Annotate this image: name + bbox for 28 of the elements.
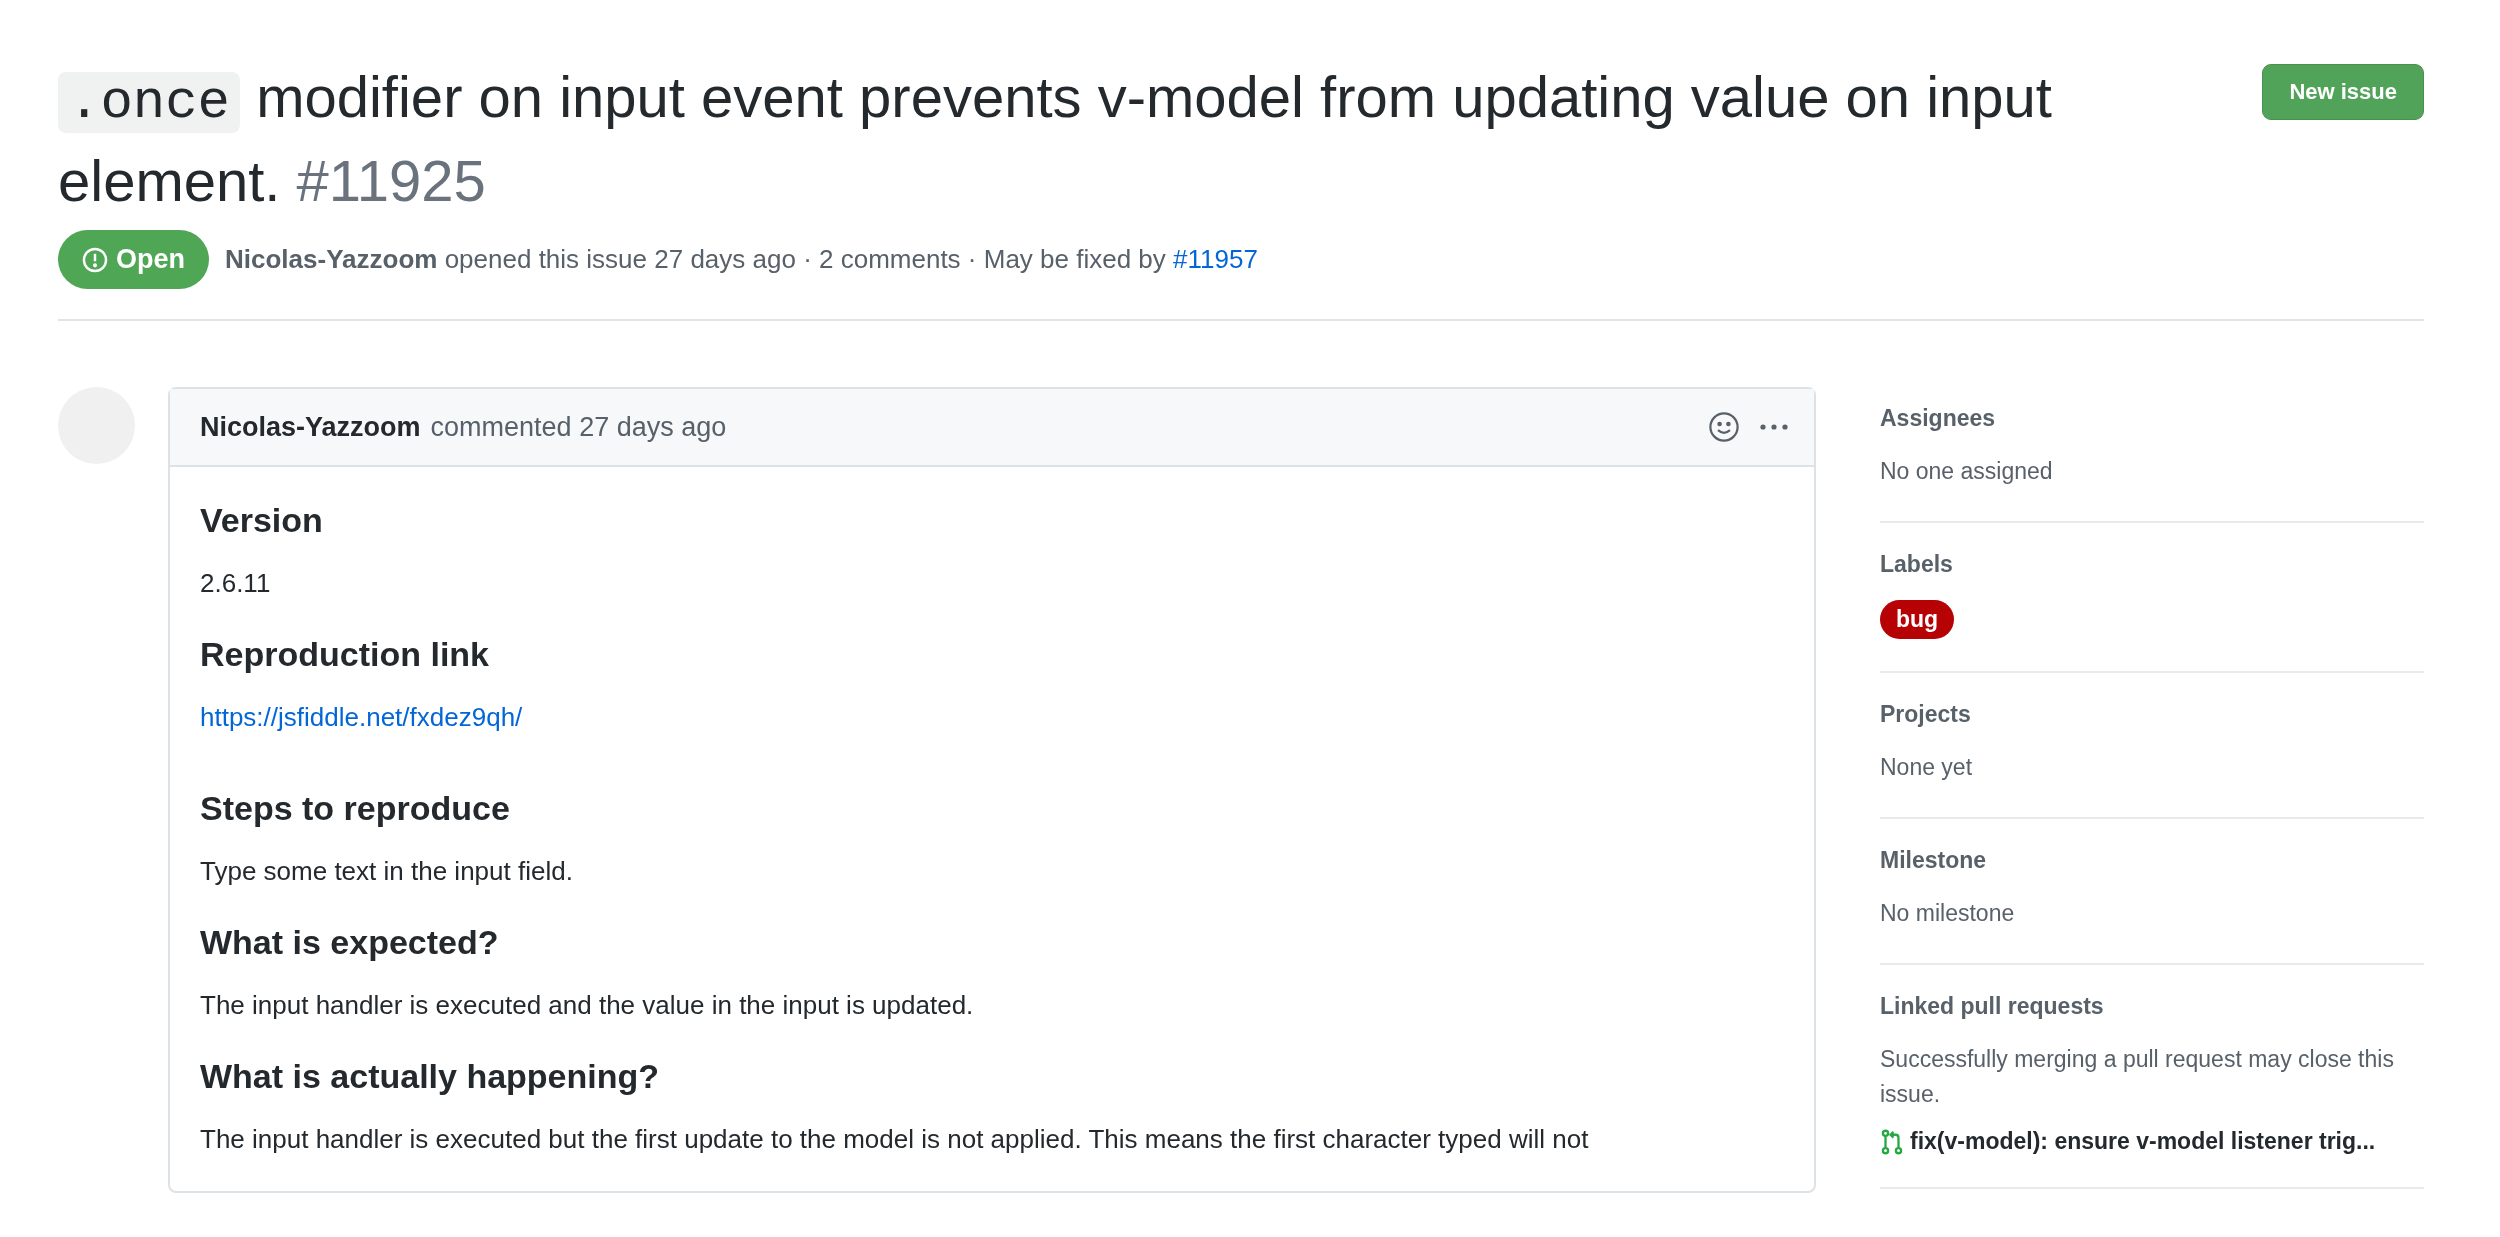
section-heading: What is actually happening? <box>200 1057 661 1096</box>
comment-time: commented 27 days ago <box>430 411 728 443</box>
label-tag[interactable]: bug <box>1880 600 1955 639</box>
sidebar-heading: Linked pull requests <box>1880 993 2105 1020</box>
pull-link[interactable]: #11957 <box>1173 244 1258 274</box>
paragraph: The input handler is executed and the value in the input is updated. <box>200 990 975 1021</box>
comment-author[interactable]: Nicolas-Yazzoom <box>200 411 421 443</box>
sidebar-heading: Assignees <box>1880 405 1997 432</box>
pull-request-icon <box>1880 1128 1904 1155</box>
paragraph: Type some text in the input field. <box>200 856 574 887</box>
section-heading: Version <box>200 501 324 540</box>
issue-title: .once modifier on input event prevents v-model from updating value on input element. #11925 <box>58 63 2053 215</box>
section-heading: Reproduction link <box>200 635 490 674</box>
reproduction-link[interactable]: https://jsfiddle.net/fxdez9qh/ <box>200 702 523 733</box>
sidebar-value: No milestone <box>1880 899 2016 928</box>
sidebar-heading: Projects <box>1880 701 1972 728</box>
sidebar-value: No one assigned <box>1880 457 2054 486</box>
sidebar-value: None yet <box>1880 753 1974 782</box>
sidebar-heading: Milestone <box>1880 847 1988 874</box>
status-badge: Open <box>58 230 209 289</box>
sidebar-note: Successfully merging a pull request may close this issue. <box>1880 1045 2395 1109</box>
section-heading: What is expected? <box>200 923 500 962</box>
sidebar-heading: Labels <box>1880 551 1954 578</box>
paragraph: The input handler is executed but the first update to the model is not applied. This means the first character typed will not <box>200 1124 1590 1155</box>
section-heading: Steps to reproduce <box>200 789 511 828</box>
issue-meta: Nicolas-Yazzoom opened this issue 27 days ago · 2 comments · May be fixed by #11957 <box>225 244 1258 275</box>
paragraph: 2.6.11 <box>200 568 272 599</box>
pull-request-link[interactable]: fix(v-model): ensure v-model listener trig... <box>1910 1128 2376 1155</box>
